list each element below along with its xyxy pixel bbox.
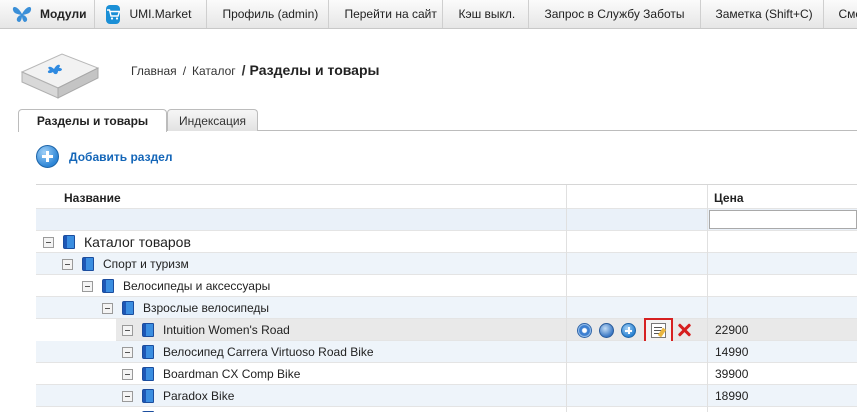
- tree-node-label[interactable]: Paradox Bike: [163, 389, 234, 403]
- breadcrumb-catalog-link[interactable]: Каталог: [192, 64, 236, 78]
- umi-market-label: UMI.Market: [129, 7, 192, 21]
- product-book-icon: [142, 345, 154, 359]
- tree-node: Спорт и туризм: [62, 253, 189, 275]
- price-cell: 14990: [715, 345, 749, 359]
- note-label: Заметка (Shift+C): [715, 7, 813, 21]
- tree-node-label[interactable]: Велосипеды и аксессуары: [123, 279, 270, 293]
- collapse-toggle-icon[interactable]: [43, 236, 54, 248]
- tree-node-label[interactable]: Intuition Women's Road: [163, 323, 290, 337]
- collapse-toggle-icon[interactable]: [62, 258, 73, 270]
- breadcrumb-separator: /: [182, 64, 187, 78]
- collapse-toggle-icon[interactable]: [122, 346, 133, 358]
- tab-indexing[interactable]: Индексация: [167, 109, 258, 131]
- tree-node: [122, 407, 163, 412]
- catalog-module-logo: [18, 48, 102, 102]
- price-cell: 22900: [715, 323, 749, 337]
- row-actions: [577, 317, 692, 343]
- tree-node: Boardman CX Comp Bike: [122, 363, 300, 385]
- cache-label: Кэш выкл.: [458, 7, 516, 21]
- column-header-price[interactable]: Цена: [714, 191, 744, 205]
- filter-row: [36, 209, 857, 231]
- tree-node-label[interactable]: Взрослые велосипеды: [143, 301, 269, 315]
- breadcrumb-separator: /: [241, 62, 246, 78]
- view-on-site-icon[interactable]: [577, 322, 592, 338]
- switch-button[interactable]: Смена: [824, 0, 857, 28]
- modules-menu-button[interactable]: Модули: [0, 0, 96, 28]
- table-header-row: Название Цена: [36, 185, 857, 209]
- collapse-toggle-icon[interactable]: [102, 302, 113, 314]
- tree-node: Paradox Bike: [122, 385, 234, 407]
- product-book-icon: [142, 389, 154, 403]
- tree-node-label[interactable]: Каталог товаров: [84, 234, 191, 250]
- table-row[interactable]: Paradox Bike 18990: [36, 385, 857, 407]
- profile-button[interactable]: Профиль (admin): [207, 0, 330, 28]
- add-section-button[interactable]: Добавить раздел: [36, 143, 172, 170]
- column-divider: [566, 185, 567, 412]
- product-book-icon: [142, 367, 154, 381]
- section-book-icon: [82, 257, 94, 271]
- collapse-toggle-icon[interactable]: [82, 280, 93, 292]
- add-child-icon[interactable]: [621, 322, 636, 338]
- tree-node: Велосипеды и аксессуары: [82, 275, 270, 297]
- tab-strip: Разделы и товары Индексация: [18, 108, 857, 132]
- table-row[interactable]: Взрослые велосипеды: [36, 297, 857, 319]
- butterfly-logo-icon: [12, 6, 32, 22]
- tree-node: Велосипед Carrera Virtuoso Road Bike: [122, 341, 374, 363]
- product-book-icon: [142, 323, 154, 337]
- cache-toggle-button[interactable]: Кэш выкл.: [443, 0, 530, 28]
- tree-node: Каталог товаров: [43, 231, 191, 253]
- umi-market-button[interactable]: UMI.Market: [95, 0, 208, 28]
- price-filter-input[interactable]: [709, 210, 857, 229]
- table-row[interactable]: Велосипед Carrera Virtuoso Road Bike 149…: [36, 341, 857, 363]
- section-book-icon: [122, 301, 134, 315]
- table-row[interactable]: [36, 407, 857, 412]
- price-cell: 39900: [715, 367, 749, 381]
- catalog-book-icon: [63, 235, 75, 249]
- edit-button[interactable]: [644, 317, 673, 343]
- collapse-toggle-icon[interactable]: [122, 324, 133, 336]
- table-row[interactable]: Каталог товаров: [36, 231, 857, 253]
- section-book-icon: [102, 279, 114, 293]
- top-menu-bar: Модули UMI.Market Профиль (admin) Перейт…: [0, 0, 857, 29]
- table-row[interactable]: Спорт и туризм: [36, 253, 857, 275]
- column-divider: [707, 185, 708, 412]
- modules-label: Модули: [40, 7, 87, 21]
- support-request-label: Запрос в Службу Заботы: [544, 7, 685, 21]
- go-to-site-label: Перейти на сайт: [344, 7, 437, 21]
- support-request-button[interactable]: Запрос в Службу Заботы: [529, 0, 701, 28]
- catalog-tree-table: Название Цена Каталог товаров Спорт и ту…: [36, 184, 857, 412]
- switch-label: Смена: [838, 7, 857, 21]
- breadcrumb-home-link[interactable]: Главная: [131, 64, 177, 78]
- add-section-label: Добавить раздел: [69, 149, 173, 164]
- price-cell: 18990: [715, 389, 749, 403]
- table-row-highlighted[interactable]: Intuition Women's Road 22900: [116, 317, 857, 343]
- go-to-site-button[interactable]: Перейти на сайт: [329, 0, 444, 28]
- toggle-active-icon[interactable]: [599, 322, 614, 338]
- table-row[interactable]: Boardman CX Comp Bike 39900: [36, 363, 857, 385]
- tab-sections-and-products[interactable]: Разделы и товары: [18, 109, 167, 132]
- tree-node-label[interactable]: Boardman CX Comp Bike: [163, 367, 300, 381]
- cart-icon: [106, 4, 121, 24]
- column-header-name[interactable]: Название: [64, 191, 121, 205]
- profile-label: Профиль (admin): [222, 7, 319, 21]
- add-circle-icon: [36, 145, 59, 168]
- page-title: Разделы и товары: [249, 62, 380, 78]
- breadcrumb: Главная / Каталог / Разделы и товары: [131, 62, 379, 78]
- delete-icon[interactable]: [676, 322, 692, 338]
- tree-node-label[interactable]: Спорт и туризм: [103, 257, 189, 271]
- table-row[interactable]: Велосипеды и аксессуары: [36, 275, 857, 297]
- tree-node-label[interactable]: Велосипед Carrera Virtuoso Road Bike: [163, 345, 374, 359]
- collapse-toggle-icon[interactable]: [122, 368, 133, 380]
- note-button[interactable]: Заметка (Shift+C): [701, 0, 824, 28]
- tree-node: Взрослые велосипеды: [102, 297, 269, 319]
- tree-node: Intuition Women's Road: [122, 319, 290, 341]
- edit-document-icon: [651, 322, 666, 338]
- collapse-toggle-icon[interactable]: [122, 390, 133, 402]
